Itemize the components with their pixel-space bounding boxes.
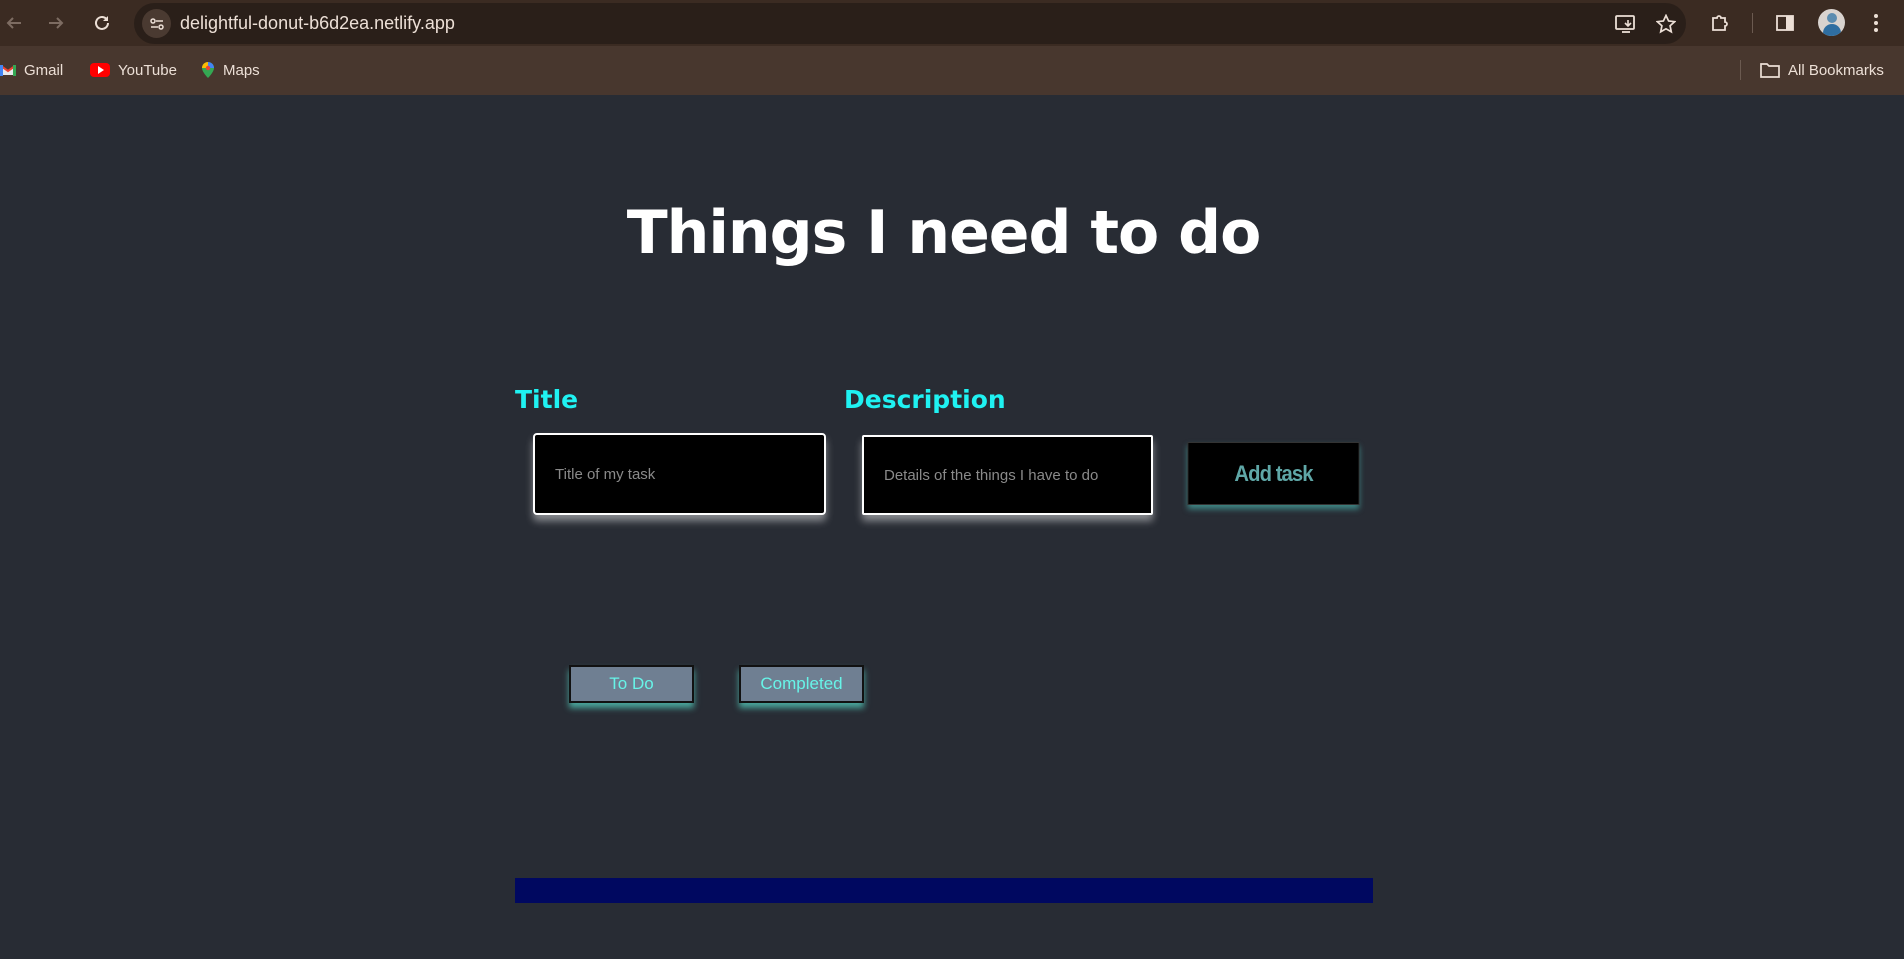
puzzle-icon: [1712, 15, 1728, 31]
kebab-menu-icon: [1874, 14, 1878, 32]
all-bookmarks-button[interactable]: All Bookmarks: [1760, 58, 1884, 82]
title-label: Title: [515, 385, 579, 414]
back-button[interactable]: [0, 9, 28, 37]
browser-menu-button[interactable]: [1863, 10, 1889, 36]
bookmarks-bar: Gmail YouTube Maps All Bookmarks: [0, 46, 1904, 95]
bookmark-maps[interactable]: Maps: [201, 58, 260, 82]
tab-completed[interactable]: Completed: [739, 665, 864, 703]
all-bookmarks-label: All Bookmarks: [1788, 61, 1884, 79]
bookmark-label: Gmail: [24, 61, 64, 79]
toolbar-divider: [1752, 13, 1753, 33]
folder-icon: [1760, 63, 1780, 78]
title-input[interactable]: [533, 433, 826, 515]
forward-button[interactable]: [42, 9, 70, 37]
add-task-button[interactable]: Add task: [1187, 442, 1360, 505]
install-app-button[interactable]: [1614, 12, 1638, 36]
profile-avatar[interactable]: [1818, 9, 1845, 36]
back-arrow-icon: [6, 17, 21, 29]
tab-to-do[interactable]: To Do: [569, 665, 694, 703]
tune-icon: [149, 17, 164, 30]
reload-button[interactable]: [88, 9, 116, 37]
bookmark-gmail[interactable]: Gmail: [0, 58, 63, 82]
side-panel-icon: [1776, 15, 1794, 31]
site-info-button[interactable]: [142, 9, 171, 38]
url-text[interactable]: delightful-donut-b6d2ea.netlify.app: [180, 3, 455, 44]
description-label: Description: [844, 385, 1006, 414]
bookmark-star-button[interactable]: [1654, 12, 1678, 36]
bookmark-label: Maps: [223, 61, 260, 79]
install-app-icon: [1615, 15, 1635, 33]
avatar-body: [1823, 24, 1841, 36]
extensions-button[interactable]: [1707, 10, 1733, 36]
page-title: Things I need to do: [626, 198, 1262, 268]
maps-icon: [202, 62, 214, 78]
bookmark-youtube[interactable]: YouTube: [90, 58, 177, 82]
bookmark-label: YouTube: [118, 61, 177, 79]
star-icon: [1656, 14, 1676, 34]
description-input[interactable]: [862, 435, 1153, 515]
todo-list-container: [515, 878, 1373, 903]
forward-arrow-icon: [49, 17, 64, 29]
youtube-icon: [90, 63, 110, 77]
browser-toolbar: delightful-donut-b6d2ea.netlify.app: [0, 0, 1904, 46]
reload-icon: [95, 15, 109, 30]
gmail-icon: [0, 65, 16, 76]
address-bar[interactable]: delightful-donut-b6d2ea.netlify.app: [134, 3, 1686, 44]
bookmarks-divider: [1740, 60, 1741, 80]
avatar-head: [1827, 13, 1837, 23]
side-panel-button[interactable]: [1772, 10, 1798, 36]
